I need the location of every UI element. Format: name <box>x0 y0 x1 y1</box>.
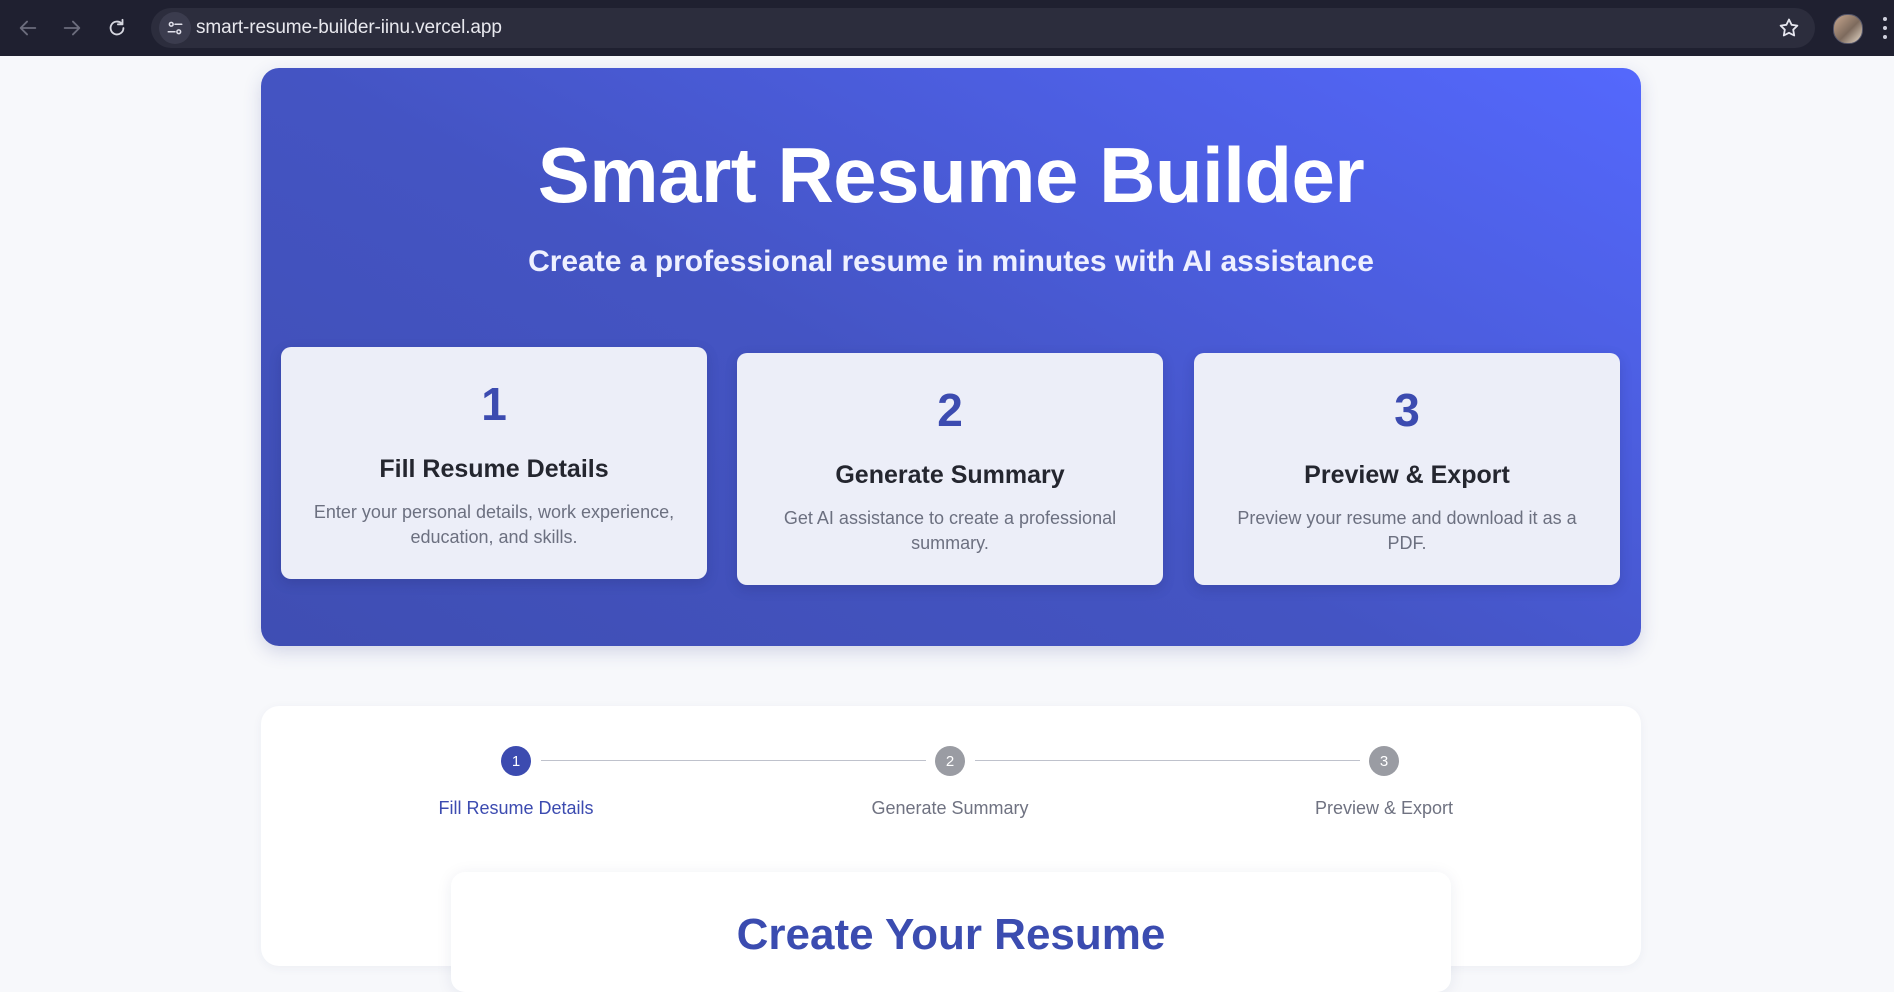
profile-avatar[interactable] <box>1833 14 1863 44</box>
hero-subtitle: Create a professional resume in minutes … <box>528 245 1374 278</box>
stepper-label-fill-details[interactable]: Fill Resume Details <box>386 798 646 819</box>
tune-icon <box>167 21 183 35</box>
url-text[interactable]: smart-resume-builder-iinu.vercel.app <box>196 17 502 39</box>
create-resume-card: Create Your Resume <box>451 872 1451 992</box>
stepper-step-1[interactable]: 1 <box>501 746 531 776</box>
feature-card-title: Preview & Export <box>1304 461 1510 489</box>
stepper-step-3[interactable]: 3 <box>1369 746 1399 776</box>
feature-card-number: 2 <box>937 384 963 436</box>
reload-button[interactable] <box>101 12 133 44</box>
feature-card-fill-details: 1 Fill Resume Details Enter your persona… <box>281 347 707 579</box>
feature-card-preview-export: 3 Preview & Export Preview your resume a… <box>1194 353 1620 585</box>
stepper-connector <box>541 760 926 761</box>
stepper-label-generate-summary[interactable]: Generate Summary <box>820 798 1080 819</box>
stepper-connector <box>975 760 1360 761</box>
resume-form-panel: 1 2 3 Fill Resume Details Generate Summa… <box>261 706 1641 992</box>
form-title: Create Your Resume <box>736 910 1166 959</box>
feature-card-number: 3 <box>1394 384 1420 436</box>
browser-menu-icon[interactable] <box>1880 15 1890 41</box>
forward-button[interactable] <box>56 12 88 44</box>
stepper-label-preview-export[interactable]: Preview & Export <box>1254 798 1514 819</box>
feature-card-description: Get AI assistance to create a profession… <box>783 508 1117 553</box>
feature-card-title: Fill Resume Details <box>379 455 609 483</box>
feature-card-title: Generate Summary <box>835 461 1065 489</box>
arrow-right-icon <box>63 20 81 36</box>
hero-title: Smart Resume Builder <box>537 131 1365 219</box>
site-info-button[interactable] <box>159 12 191 44</box>
bookmark-star-icon[interactable] <box>1777 16 1801 40</box>
feature-card-description: Enter your personal details, work experi… <box>313 502 675 547</box>
address-bar[interactable]: smart-resume-builder-iinu.vercel.app <box>151 8 1815 48</box>
hero-section: Smart Resume Builder Create a profession… <box>261 68 1641 646</box>
back-button[interactable] <box>12 12 44 44</box>
feature-card-description: Preview your resume and download it as a… <box>1237 508 1577 553</box>
feature-card-number: 1 <box>481 378 507 430</box>
feature-card-generate-summary: 2 Generate Summary Get AI assistance to … <box>737 353 1163 585</box>
stepper-step-2[interactable]: 2 <box>935 746 965 776</box>
browser-toolbar: smart-resume-builder-iinu.vercel.app <box>0 0 1894 56</box>
reload-icon <box>109 18 125 36</box>
arrow-left-icon <box>19 20 37 36</box>
